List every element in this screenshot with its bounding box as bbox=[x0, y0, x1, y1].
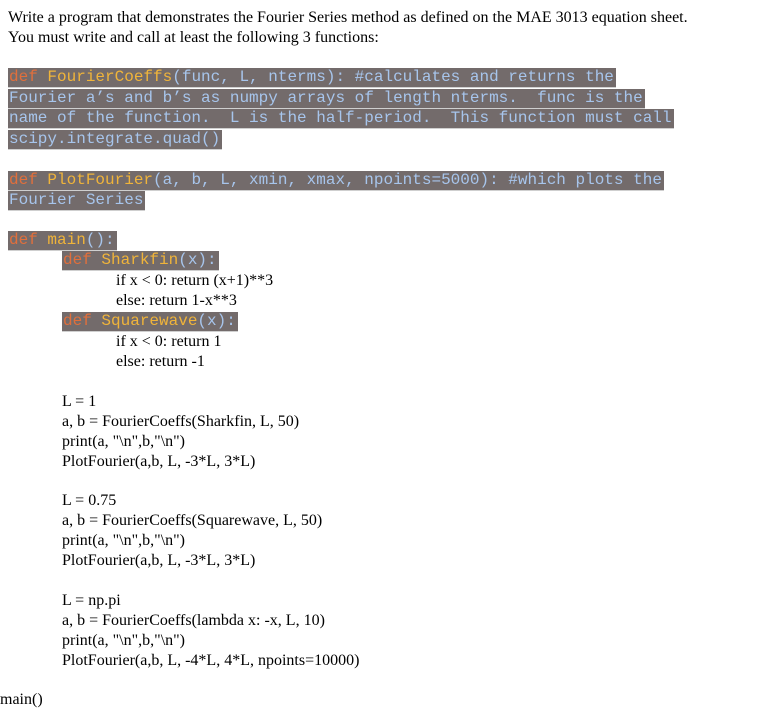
main-signature: def main(): bbox=[8, 231, 117, 250]
code-line: print(a, "\n",b,"\n") bbox=[62, 632, 185, 649]
code-line: PlotFourier(a,b, L, -4*L, 4*L, npoints=1… bbox=[62, 652, 360, 669]
plot-fourier-line-2: Fourier Series bbox=[8, 191, 146, 210]
sharkfin-signature: def Sharkfin(x): bbox=[62, 251, 219, 270]
def-keyword: def bbox=[63, 312, 102, 330]
code-line: a, b = FourierCoeffs(Squarewave, L, 50) bbox=[62, 512, 323, 529]
sharkfin-body-line: else: return 1-x**3 bbox=[116, 292, 237, 309]
fourier-coeffs-line-4: scipy.integrate.quad() bbox=[8, 130, 223, 149]
function-name: Sharkfin bbox=[101, 251, 179, 269]
def-keyword: def bbox=[63, 251, 102, 269]
signature-text: (x): bbox=[178, 251, 217, 269]
signature-text: (): bbox=[85, 231, 115, 249]
signature-text: (func, L, nterms): #calculates and retur… bbox=[172, 68, 614, 86]
function-name: PlotFourier bbox=[47, 171, 154, 189]
function-name: main bbox=[47, 231, 86, 249]
code-line: PlotFourier(a,b, L, -3*L, 3*L) bbox=[62, 552, 256, 569]
code-line: PlotFourier(a,b, L, -3*L, 3*L) bbox=[62, 453, 256, 470]
code-line: print(a, "\n",b,"\n") bbox=[62, 433, 185, 450]
function-name: FourierCoeffs bbox=[47, 68, 173, 86]
function-name: Squarewave bbox=[101, 312, 198, 330]
fourier-coeffs-line-3: name of the function. L is the half-peri… bbox=[8, 109, 674, 128]
code-line: L = 1 bbox=[62, 393, 97, 410]
sharkfin-body-line: if x < 0: return (x+1)**3 bbox=[116, 272, 274, 289]
def-keyword: def bbox=[9, 231, 48, 249]
def-keyword: def bbox=[9, 171, 48, 189]
signature-text: (x): bbox=[197, 312, 236, 330]
main-call: main() bbox=[0, 691, 43, 708]
squarewave-body-line: if x < 0: return 1 bbox=[116, 333, 222, 350]
code-line: a, b = FourierCoeffs(Sharkfin, L, 50) bbox=[62, 413, 300, 430]
code-line: L = np.pi bbox=[62, 592, 121, 609]
squarewave-signature: def Squarewave(x): bbox=[62, 312, 238, 331]
code-line: a, b = FourierCoeffs(lambda x: -x, L, 10… bbox=[62, 612, 325, 629]
fourier-coeffs-line-2: Fourier a’s and b’s as numpy arrays of l… bbox=[8, 89, 645, 108]
signature-text: (a, b, L, xmin, xmax, npoints=5000): #wh… bbox=[153, 171, 662, 189]
def-keyword: def bbox=[9, 68, 48, 86]
intro-line-1: Write a program that demonstrates the Fo… bbox=[8, 9, 688, 26]
code-line: L = 0.75 bbox=[62, 492, 117, 509]
plot-fourier-signature: def PlotFourier(a, b, L, xmin, xmax, npo… bbox=[8, 171, 664, 190]
intro-line-2: You must write and call at least the fol… bbox=[8, 29, 379, 46]
code-line: print(a, "\n",b,"\n") bbox=[62, 532, 185, 549]
squarewave-body-line: else: return -1 bbox=[116, 353, 205, 370]
fourier-coeffs-signature: def FourierCoeffs(func, L, nterms): #cal… bbox=[8, 68, 616, 87]
